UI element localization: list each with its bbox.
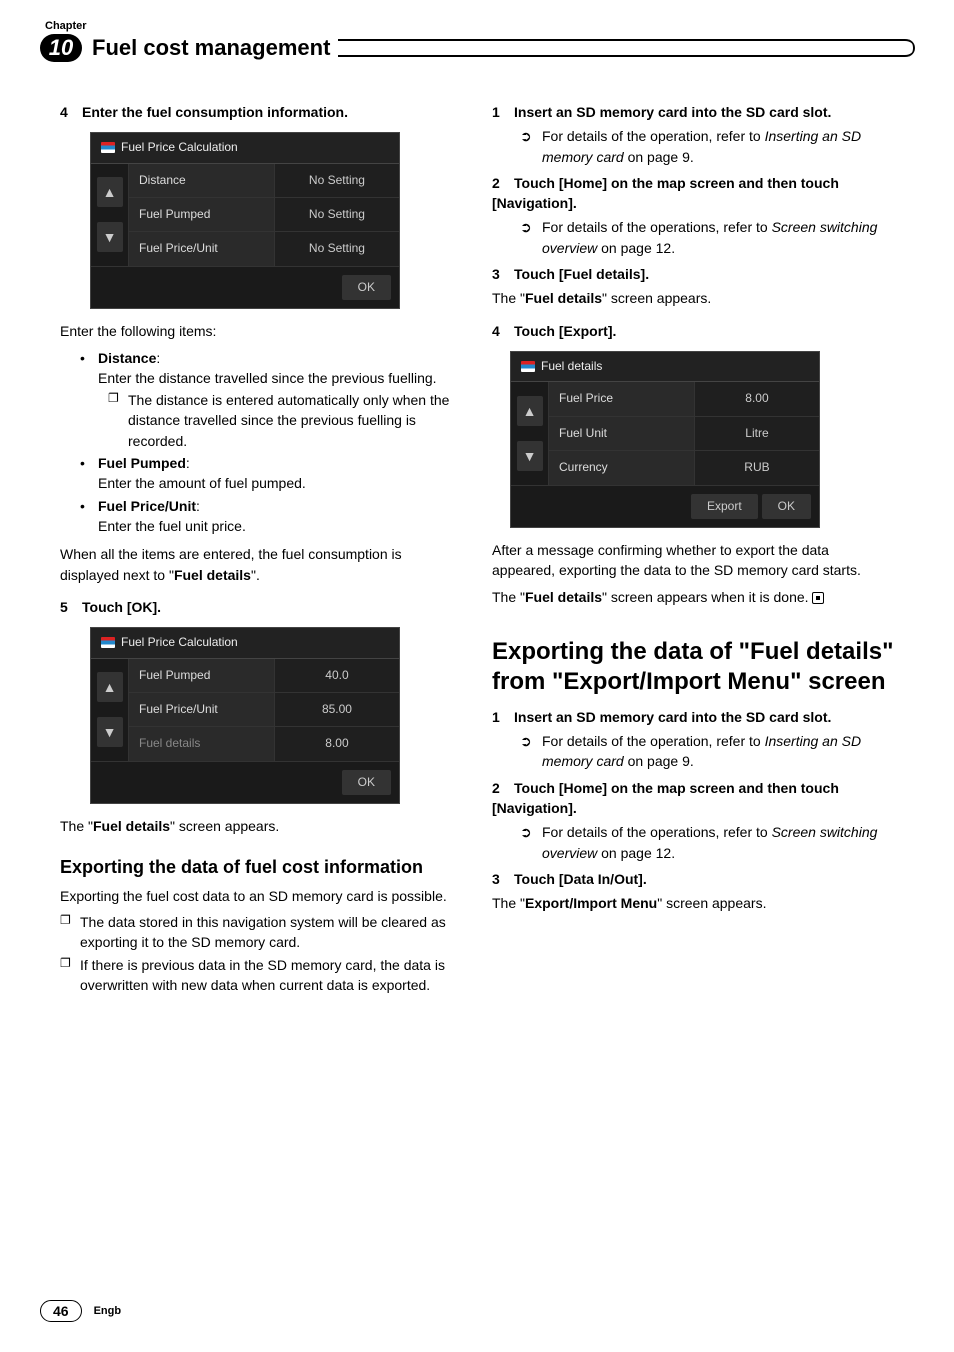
screenshot-fuel-price-calc-empty: Fuel Price Calculation ▲ ▼ DistanceNo Se… (90, 132, 400, 309)
page-footer: 46 Engb (40, 1300, 121, 1322)
screenshot-fuel-details: Fuel details ▲ ▼ Fuel Price8.00 Fuel Uni… (510, 351, 820, 528)
scroll-down-icon[interactable]: ▼ (97, 222, 123, 252)
flag-icon (521, 361, 535, 372)
scroll-down-icon[interactable]: ▼ (97, 717, 123, 747)
reference-arrow-icon: ➲ (520, 217, 542, 258)
export-fuel-cost-heading: Exporting the data of fuel cost informat… (60, 856, 462, 879)
scroll-up-icon[interactable]: ▲ (517, 396, 543, 426)
reference-arrow-icon: ➲ (520, 126, 542, 167)
export-button[interactable]: Export (691, 494, 758, 519)
chapter-number-badge: 10 (40, 34, 82, 62)
page-number: 46 (40, 1300, 82, 1322)
ok-button[interactable]: OK (342, 275, 391, 300)
flag-icon (101, 142, 115, 153)
note-icon: ❐ (108, 390, 128, 451)
left-column: 4Enter the fuel consumption information.… (60, 102, 462, 997)
ok-button[interactable]: OK (342, 770, 391, 795)
scroll-up-icon[interactable]: ▲ (97, 672, 123, 702)
reference-arrow-icon: ➲ (520, 822, 542, 863)
scroll-up-icon[interactable]: ▲ (97, 177, 123, 207)
enter-following: Enter the following items: (60, 321, 462, 341)
screenshot-fuel-price-calc-filled: Fuel Price Calculation ▲ ▼ Fuel Pumped40… (90, 627, 400, 804)
ok-button[interactable]: OK (762, 494, 811, 519)
language-code: Engb (94, 1305, 122, 1317)
flag-icon (101, 637, 115, 648)
chapter-label: Chapter (45, 20, 914, 32)
note-icon: ❐ (60, 912, 80, 953)
reference-arrow-icon: ➲ (520, 731, 542, 772)
export-fuel-details-heading: Exporting the data of "Fuel details" fro… (492, 637, 894, 697)
note-icon: ❐ (60, 955, 80, 996)
right-column: 1Insert an SD memory card into the SD ca… (492, 102, 894, 997)
step-4: 4Enter the fuel consumption information. (60, 102, 462, 122)
scroll-down-icon[interactable]: ▼ (517, 441, 543, 471)
stop-icon (812, 592, 824, 604)
step-5: 5Touch [OK]. (60, 597, 462, 617)
header-rule (338, 39, 914, 57)
section-title: Fuel cost management (92, 35, 330, 61)
page-header: Chapter 10 Fuel cost management (0, 0, 954, 72)
